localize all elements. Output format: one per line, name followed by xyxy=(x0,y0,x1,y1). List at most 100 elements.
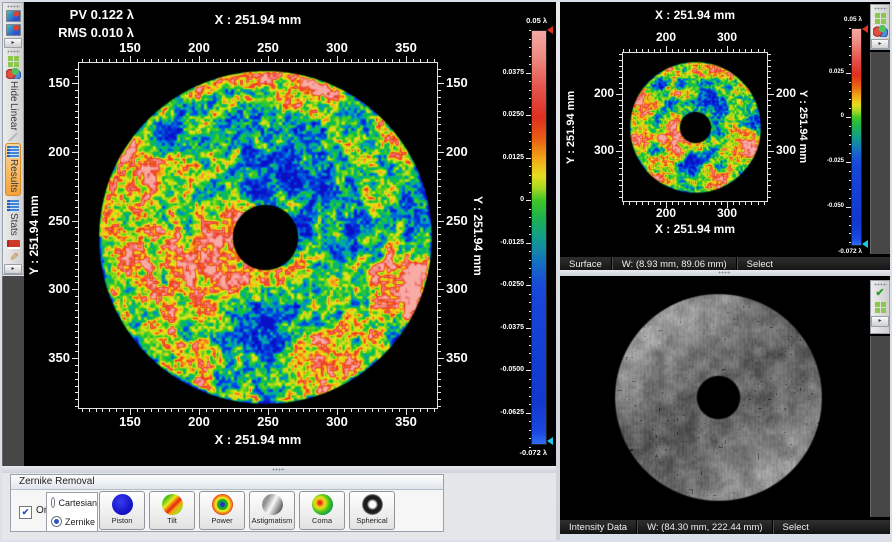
cartesian-radio[interactable] xyxy=(51,497,55,508)
axis-tick xyxy=(413,59,414,62)
splitter-grip[interactable] xyxy=(272,468,285,471)
toolbar-grip[interactable] xyxy=(874,7,887,10)
zernike-on-control[interactable]: ✔On xyxy=(19,502,49,520)
spheres-icon[interactable] xyxy=(6,68,21,79)
axis-tick xyxy=(438,241,441,242)
axis-tick xyxy=(137,59,138,62)
mode-option-zernike[interactable]: Zernike xyxy=(47,512,97,531)
axis-tick xyxy=(75,166,78,167)
annotate-icon[interactable]: ✎ xyxy=(8,252,19,261)
expand-icon[interactable]: ▸ xyxy=(871,39,889,49)
splitter-grip[interactable] xyxy=(718,271,731,274)
axis-tick xyxy=(75,124,78,125)
report-icon[interactable] xyxy=(7,240,20,249)
toolbar-grip[interactable] xyxy=(7,50,20,53)
axis-tick xyxy=(619,66,622,67)
oblique-map-icon[interactable] xyxy=(6,24,21,36)
zernike-astigmatism-button[interactable]: Astigmatism xyxy=(249,491,295,530)
zernike-spherical-button[interactable]: Spherical xyxy=(349,491,395,530)
colorbar-tick-label: 0 xyxy=(803,113,844,119)
intensity-data-view[interactable] xyxy=(560,276,890,519)
axis-tick xyxy=(438,317,441,318)
colorbar-tick xyxy=(529,81,532,82)
axis-tick xyxy=(102,59,103,62)
colorbar-tick xyxy=(529,39,532,40)
axis-tick xyxy=(616,94,622,95)
expand-icon[interactable]: ▸ xyxy=(4,38,22,48)
zernike-radio[interactable] xyxy=(51,516,62,527)
colorbar-tick xyxy=(526,200,531,201)
surface-map-icon[interactable] xyxy=(6,10,21,22)
select-menu[interactable]: Select xyxy=(774,520,818,534)
toolbar-grip[interactable] xyxy=(874,283,887,286)
mode-option-cartesian[interactable]: Cartesian xyxy=(47,493,97,512)
axis-tick xyxy=(420,409,421,412)
accept-icon[interactable]: ✔ xyxy=(875,288,884,299)
surface-map-view[interactable]: X : 251.94 mm Y : 251.94 mm Y : 251.94 m… xyxy=(560,2,890,256)
colorbar-tick xyxy=(529,192,532,193)
tile-windows-icon[interactable] xyxy=(7,55,20,66)
colorbar-tick-label: -0.0125 xyxy=(483,239,524,246)
axis-tick xyxy=(438,221,444,222)
axis-tick xyxy=(75,372,78,373)
axis-tick xyxy=(619,191,622,192)
axis-tick xyxy=(185,59,186,62)
linear-button[interactable]: Linear xyxy=(7,103,19,131)
axis-tick xyxy=(768,60,771,61)
tile-windows-icon[interactable] xyxy=(874,12,887,24)
axis-tick xyxy=(358,59,359,62)
expand-icon[interactable]: ▸ xyxy=(4,264,22,274)
axis-tick xyxy=(438,276,441,277)
zernike-coma-button[interactable]: Coma xyxy=(299,491,345,530)
axis-tick xyxy=(89,59,90,62)
colorbar-tick-label: 0 xyxy=(483,196,524,203)
expand-icon[interactable]: ▸ xyxy=(871,316,889,327)
colorbar-tick xyxy=(529,396,532,397)
zernike-power-button[interactable]: Power xyxy=(199,491,245,530)
toolbar-grip[interactable] xyxy=(7,5,20,8)
axis-tick xyxy=(751,49,752,52)
x-tick-label: 200 xyxy=(179,40,219,55)
wavefront-plot-frame[interactable] xyxy=(78,62,438,409)
on-checkbox[interactable]: ✔ xyxy=(19,506,32,519)
axis-tick xyxy=(234,409,235,412)
axis-tick xyxy=(438,344,441,345)
line-tool-icon[interactable] xyxy=(7,133,19,142)
results-tab[interactable]: Results xyxy=(5,143,21,195)
surface-status-bar: Surface W: (8.93 mm, 89.06 mm) Select xyxy=(560,256,890,271)
colorbar-tick xyxy=(846,207,851,208)
axis-tick xyxy=(385,59,386,62)
horizontal-splitter[interactable] xyxy=(2,466,556,473)
axis-tick xyxy=(438,269,441,270)
select-menu[interactable]: Select xyxy=(738,257,782,271)
wavefront-map-canvas[interactable] xyxy=(79,63,437,408)
colorbar-tick xyxy=(849,216,852,217)
axis-tick xyxy=(413,409,414,412)
axis-tick xyxy=(619,185,622,186)
axis-tick xyxy=(654,202,655,205)
axis-tick xyxy=(75,331,78,332)
zernike-tilt-button[interactable]: Tilt xyxy=(149,491,195,530)
zernike-piston-button[interactable]: Piston xyxy=(99,491,145,530)
wavefront-colorbar[interactable] xyxy=(531,30,547,445)
axis-tick xyxy=(344,59,345,62)
axis-tick xyxy=(619,54,622,55)
surface-colorbar[interactable] xyxy=(851,28,862,246)
axis-tick xyxy=(733,49,734,52)
axis-tick xyxy=(758,49,759,52)
axis-tick xyxy=(296,59,297,62)
intensity-image-canvas[interactable] xyxy=(560,276,890,519)
axis-tick xyxy=(372,59,373,62)
stats-tab[interactable]: Stats xyxy=(6,198,20,238)
y-tick-label: 350 xyxy=(30,350,70,365)
axis-tick xyxy=(96,409,97,412)
tile-windows-icon[interactable] xyxy=(874,301,887,314)
surface-map-canvas[interactable] xyxy=(623,53,767,201)
surface-plot-frame[interactable] xyxy=(622,52,768,202)
wavefront-map-view[interactable]: PV 0.122 λ RMS 0.010 λ X : 251.94 mm Y :… xyxy=(24,2,556,466)
axis-tick xyxy=(642,49,643,52)
axis-tick xyxy=(365,409,366,412)
hide-button[interactable]: Hide xyxy=(7,81,19,102)
colorbar-tick xyxy=(849,153,852,154)
spheres-icon[interactable] xyxy=(873,25,888,37)
